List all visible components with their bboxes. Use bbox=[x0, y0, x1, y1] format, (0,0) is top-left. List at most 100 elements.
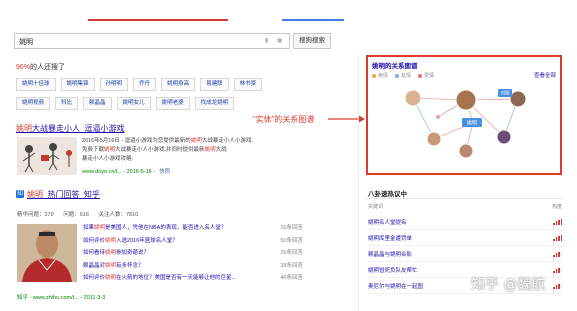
related-tag[interactable]: 找成龙姚明 bbox=[194, 97, 235, 110]
heat-bar bbox=[553, 222, 555, 225]
heat-bars-icon bbox=[553, 266, 562, 273]
annotation-arrow-icon bbox=[328, 115, 365, 123]
related-tag[interactable]: 孙明明 bbox=[99, 78, 129, 91]
player-photo-image bbox=[17, 224, 77, 282]
desc-highlight: 姚明 bbox=[104, 147, 116, 153]
view-all-link[interactable]: 查看全部 bbox=[534, 71, 556, 79]
qa-question-text: 如何评价 bbox=[83, 275, 106, 281]
related-tag[interactable]: 姚明老婆 bbox=[155, 97, 190, 110]
heat-bar bbox=[560, 234, 562, 241]
qa-item[interactable]: 赖晶晶对姚明有多怀念？ 38条回答 bbox=[83, 260, 303, 273]
result-url: www.doyo.cn/l... - 2016-5-16 - 快照 bbox=[82, 167, 170, 175]
qa-question-text: 如何评价 bbox=[83, 237, 106, 244]
legend-dot bbox=[395, 73, 400, 78]
legend-label: 友情 bbox=[401, 73, 412, 79]
heat-bar bbox=[558, 219, 560, 225]
legend-item: 友情 bbox=[395, 72, 411, 79]
legend-item: 爱情 bbox=[418, 72, 434, 79]
search-box[interactable]: ▮ ▣ bbox=[14, 33, 290, 49]
person-node[interactable] bbox=[404, 89, 422, 107]
hot-topic-label: 姚明名人堂提名 bbox=[368, 219, 407, 226]
qa-question-text: 赖晶晶对 bbox=[83, 262, 106, 269]
result-title-highlight: 姚明 bbox=[27, 190, 43, 199]
hot-topic-item[interactable]: 姚明名人堂提名 bbox=[368, 214, 562, 230]
desc-highlight: 姚明 bbox=[190, 138, 202, 144]
also-searched-suffix: 的人还搜了 bbox=[30, 64, 66, 71]
zhihu-logo-icon: 知 bbox=[16, 190, 24, 198]
heat-bar bbox=[560, 250, 562, 257]
result-title-game[interactable]: 姚明大战暴走小人_逗逼小游戏 bbox=[16, 123, 124, 134]
qa-answer-count: 50条回答 bbox=[280, 237, 303, 244]
meta-question-count: 问题：616 bbox=[63, 212, 89, 218]
person-node[interactable] bbox=[496, 129, 512, 145]
related-tag[interactable]: 姚明集锦 bbox=[60, 78, 95, 91]
related-tag[interactable]: 姚明女儿 bbox=[116, 97, 151, 110]
heat-bars-icon bbox=[553, 218, 562, 225]
qa-highlight: 姚明 bbox=[94, 225, 106, 231]
related-tags-row-1: 姚明十佳球 姚明集锦 孙明明 乔丹 姚明身高 易建联 林书豪 bbox=[16, 78, 263, 91]
qa-question-text: 入选2016年篮球名人堂？ bbox=[116, 237, 178, 244]
graph-title[interactable]: 姚明的关系图谱 bbox=[372, 60, 418, 70]
qa-item[interactable]: 如何评价姚明在火箭的地位？美国是否有一天能够让他的巨星... 46条回答 bbox=[83, 272, 303, 285]
meta-featured-count: 精华问题：279 bbox=[17, 212, 54, 218]
qa-highlight: 姚明 bbox=[105, 275, 117, 281]
microphone-icon[interactable]: ▮ bbox=[265, 38, 270, 45]
qa-question-text: 在火箭的地位？美国是否有一天能够让他的巨星... bbox=[116, 275, 237, 281]
hot-topic-item[interactable]: 姚明库里金遭罚单 bbox=[368, 230, 562, 246]
qa-item[interactable]: 如果姚明是美国人，凭他在NBA的表现，能否进入名人堂？ 26条回答 bbox=[83, 222, 303, 235]
hot-topic-item[interactable]: 赖晶晶与姚明合影 bbox=[368, 246, 562, 262]
related-tag[interactable]: 易建联 bbox=[200, 78, 229, 91]
hot-topic-label: 赖晶晶与姚明合影 bbox=[368, 251, 413, 258]
person-node[interactable] bbox=[458, 143, 474, 159]
search-button[interactable]: 搜狗搜索 bbox=[293, 33, 331, 49]
related-tag[interactable]: 林书豪 bbox=[233, 78, 263, 91]
person-node[interactable] bbox=[426, 131, 442, 147]
result-description: 2016年5月16日 - 逗逼小游戏为您提供最新的姚明大战暴走小人小游戏, 免费… bbox=[82, 137, 292, 164]
related-tag[interactable]: 赖晶晶 bbox=[83, 97, 112, 110]
result-title-highlight: 姚明 bbox=[16, 124, 32, 133]
qa-question-text: 如果 bbox=[83, 225, 95, 231]
related-tag[interactable]: 姚明十佳球 bbox=[16, 78, 56, 91]
player-photo[interactable] bbox=[17, 224, 77, 282]
related-tag[interactable]: 乔丹 bbox=[133, 78, 157, 91]
hot-topic-label: 姚明冒死负队友帮忙 bbox=[368, 267, 418, 274]
desc-text: 2016年5月16日 - 逗逼小游戏为您提供最新的 bbox=[82, 138, 191, 144]
heat-bars-icon bbox=[553, 234, 562, 241]
cache-link[interactable]: 快照 bbox=[159, 169, 170, 175]
hot-divider bbox=[366, 198, 562, 199]
heat-bar bbox=[553, 270, 555, 273]
qa-question-text: 参加奇葩说？ bbox=[116, 250, 150, 256]
legend-label: 爱情 bbox=[424, 73, 435, 79]
qa-highlight: 姚明 bbox=[105, 237, 117, 244]
related-tag[interactable]: 姚明视频 bbox=[16, 97, 51, 110]
annotation-label: “实体”的关系图谱 bbox=[253, 115, 315, 124]
qa-item[interactable]: 如何看待姚明参加奇葩说？ 26条回答 bbox=[83, 247, 303, 260]
heat-bar bbox=[555, 269, 557, 273]
related-tags-row-2: 姚明视频 科比 赖晶晶 姚明女儿 姚明老婆 找成龙姚明 bbox=[16, 97, 235, 110]
qa-item[interactable]: 如何评价姚明入选2016年篮球名人堂？ 50条回答 bbox=[83, 235, 303, 248]
person-node[interactable] bbox=[509, 90, 527, 108]
search-input[interactable] bbox=[19, 36, 249, 47]
qa-list: 如果姚明是美国人，凭他在NBA的表现，能否进入名人堂？ 26条回答 如何评价姚明入… bbox=[83, 222, 303, 285]
qa-answer-count: 26条回答 bbox=[280, 250, 303, 256]
related-tag[interactable]: 姚明身高 bbox=[161, 78, 196, 91]
qa-answer-count: 26条回答 bbox=[280, 225, 303, 231]
person-node-center[interactable] bbox=[455, 89, 477, 111]
relation-graph-card: 姚明 刘翔 姚明的关系图谱 亲情 友情 爱情 查看全部 bbox=[366, 55, 562, 175]
also-searched-heading: 96%的人还搜了 bbox=[16, 62, 65, 72]
legend-dot bbox=[418, 73, 423, 78]
qa-answer-count: 38条回答 bbox=[280, 262, 303, 269]
legend-item: 亲情 bbox=[372, 72, 388, 79]
related-tag[interactable]: 科比 bbox=[55, 97, 79, 110]
qa-highlight: 姚明 bbox=[105, 250, 117, 256]
result-url: 知乎 - www.zhihu.com/t... - 2011-3-3 bbox=[17, 295, 106, 301]
camera-icon[interactable]: ▣ bbox=[277, 38, 283, 45]
result-thumbnail[interactable] bbox=[17, 137, 77, 175]
col-heat: 热度 bbox=[551, 204, 562, 210]
heat-bar bbox=[558, 283, 560, 289]
heat-bar bbox=[560, 218, 562, 225]
desc-text: 大战暴走小人小游戏, bbox=[201, 138, 253, 144]
qa-highlight: 姚明 bbox=[105, 262, 117, 269]
heat-bar bbox=[553, 254, 555, 257]
result-title-zhihu[interactable]: 姚明_热门回答_知乎 bbox=[27, 189, 100, 200]
